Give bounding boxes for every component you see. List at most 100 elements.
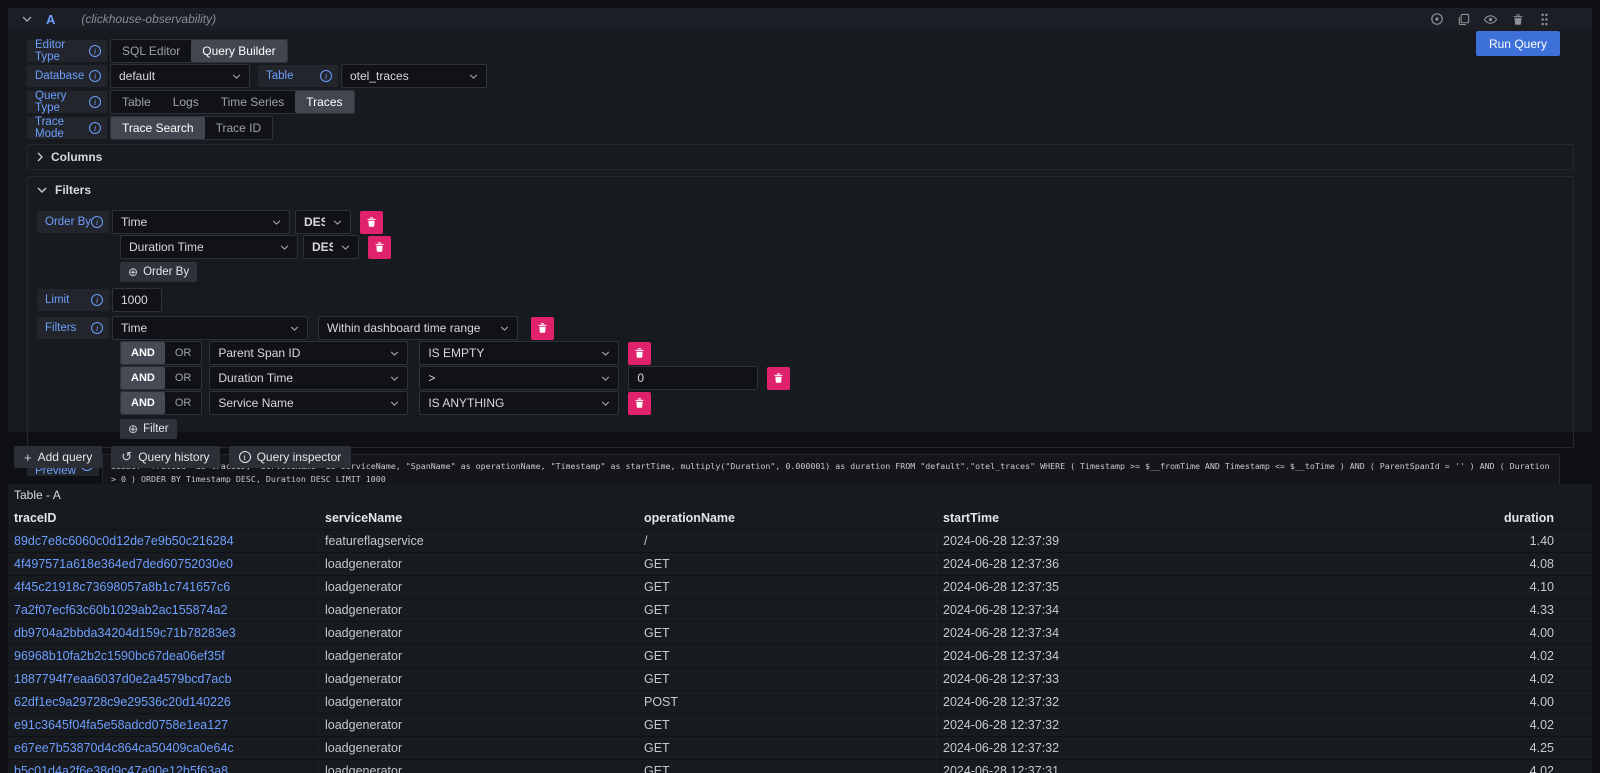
- remove-filter-button[interactable]: [628, 342, 651, 365]
- history-icon: ↺: [121, 449, 132, 465]
- drag-handle-icon[interactable]: [1537, 12, 1552, 27]
- table-row: db9704a2bbda34204d159c71b78283e3 loadgen…: [8, 621, 1592, 644]
- operation-name-cell: POST: [638, 691, 937, 713]
- conjunction-toggle: AND OR: [120, 391, 202, 415]
- query-ref-id: A: [46, 12, 55, 27]
- filter-operator-select[interactable]: Within dashboard time range: [318, 316, 518, 340]
- query-history-button[interactable]: ↺ Query history: [111, 446, 219, 468]
- info-icon[interactable]: i: [89, 96, 101, 108]
- or-option[interactable]: OR: [165, 342, 202, 364]
- trace-id-link[interactable]: 62df1ec9a29728c9e29536c20d140226: [14, 695, 231, 709]
- info-icon[interactable]: i: [89, 122, 101, 134]
- trace-id-link[interactable]: b5c01d4a2f6e38d9c47a90e12b5f63a8: [14, 764, 228, 773]
- column-header-duration[interactable]: duration: [1246, 506, 1592, 529]
- filter-value-input[interactable]: [628, 366, 758, 390]
- filter-field-select[interactable]: Time: [112, 316, 308, 340]
- info-icon[interactable]: i: [89, 45, 101, 57]
- order-by-field-select[interactable]: Time: [112, 210, 290, 234]
- order-by-field-select[interactable]: Duration Time: [120, 235, 298, 259]
- trace-mode-option-trace-id[interactable]: Trace ID: [205, 117, 273, 139]
- filter-field-select[interactable]: Service Name: [209, 391, 408, 415]
- and-option[interactable]: AND: [121, 342, 165, 364]
- filter-field-select[interactable]: Parent Span ID: [209, 341, 408, 365]
- query-type-option-table[interactable]: Table: [111, 91, 162, 113]
- info-icon[interactable]: i: [320, 70, 332, 82]
- remove-filter-button[interactable]: [767, 367, 790, 390]
- operation-name-cell: GET: [638, 668, 937, 690]
- filters-section-header[interactable]: Filters: [37, 182, 1564, 198]
- service-name-cell: loadgenerator: [319, 622, 638, 644]
- add-order-by-button[interactable]: ⊕ Order By: [120, 262, 197, 282]
- trace-id-link[interactable]: 4f497571a618e364ed7ded60752030e0: [14, 557, 233, 571]
- collapse-query-chevron-down-icon[interactable]: [22, 16, 32, 22]
- operation-name-cell: GET: [638, 622, 937, 644]
- table-row: 4f45c21918c73698057a8b1c741657c6 loadgen…: [8, 575, 1592, 598]
- add-filter-button[interactable]: ⊕ Filter: [120, 419, 177, 439]
- filters-section-title: Filters: [55, 183, 91, 197]
- column-header-starttime[interactable]: startTime: [937, 506, 1246, 529]
- editor-type-option-sql-editor[interactable]: SQL Editor: [111, 40, 191, 62]
- table-label: Table: [266, 70, 294, 82]
- trace-id-link[interactable]: 89dc7e8c6060c0d12de7e9b50c216284: [14, 534, 234, 548]
- query-type-option-traces[interactable]: Traces: [295, 91, 353, 113]
- and-option[interactable]: AND: [121, 367, 165, 389]
- filter-field-select[interactable]: Duration Time: [209, 366, 408, 390]
- trace-id-link[interactable]: 7a2f07ecf63c60b1029ab2ac155874a2: [14, 603, 227, 617]
- query-help-icon[interactable]: [1429, 12, 1444, 27]
- info-icon[interactable]: i: [91, 322, 103, 334]
- info-icon[interactable]: i: [89, 70, 101, 82]
- query-type-option-time-series[interactable]: Time Series: [210, 91, 296, 113]
- table-row-partial: b5c01d4a2f6e38d9c47a90e12b5f63a8 loadgen…: [8, 759, 1592, 773]
- duplicate-query-icon[interactable]: [1456, 12, 1471, 27]
- and-option[interactable]: AND: [121, 392, 165, 414]
- run-query-button[interactable]: Run Query: [1476, 31, 1560, 56]
- or-option[interactable]: OR: [165, 392, 202, 414]
- conjunction-toggle: AND OR: [120, 366, 202, 390]
- column-header-servicename[interactable]: serviceName: [319, 506, 638, 529]
- operation-name-cell: GET: [638, 576, 937, 598]
- duration-cell: 4.00: [1246, 691, 1592, 713]
- filter-operator-select[interactable]: IS EMPTY: [419, 341, 619, 365]
- editor-type-option-query-builder[interactable]: Query Builder: [191, 40, 286, 62]
- table-label-chip: Table i: [258, 65, 338, 87]
- table-row: 89dc7e8c6060c0d12de7e9b50c216284 feature…: [8, 529, 1592, 552]
- columns-section-header[interactable]: Columns: [37, 149, 1564, 165]
- remove-query-trash-icon[interactable]: [1510, 12, 1525, 27]
- query-type-row: Query Type i Table Logs Time Series Trac…: [27, 90, 1574, 114]
- table-select[interactable]: otel_traces: [341, 64, 487, 88]
- remove-filter-button[interactable]: [531, 317, 554, 340]
- info-icon[interactable]: i: [91, 294, 103, 306]
- remove-order-by-button[interactable]: [360, 211, 383, 234]
- start-time-cell: 2024-06-28 12:37:34: [937, 645, 1246, 667]
- start-time-cell: 2024-06-28 12:37:32: [937, 737, 1246, 759]
- remove-filter-button[interactable]: [628, 392, 651, 415]
- query-row-actions: [1429, 12, 1552, 27]
- filter-operator-select[interactable]: IS ANYTHING: [419, 391, 619, 415]
- order-by-direction-select[interactable]: DESC: [303, 235, 359, 259]
- duration-cell: 4.10: [1246, 576, 1592, 598]
- column-header-traceid[interactable]: traceID: [8, 506, 319, 529]
- remove-order-by-button[interactable]: [368, 236, 391, 259]
- limit-input[interactable]: [112, 288, 162, 312]
- filter-operator-select[interactable]: >: [419, 366, 619, 390]
- hide-response-eye-icon[interactable]: [1483, 12, 1498, 27]
- grafana-query-editor-screen: A (clickhouse-observability): [0, 0, 1600, 773]
- or-option[interactable]: OR: [165, 367, 202, 389]
- order-by-direction-select[interactable]: DESC: [295, 210, 351, 234]
- column-header-operationname[interactable]: operationName: [638, 506, 937, 529]
- query-type-option-logs[interactable]: Logs: [162, 91, 210, 113]
- trace-id-link[interactable]: 4f45c21918c73698057a8b1c741657c6: [14, 580, 230, 594]
- trace-id-link[interactable]: e67ee7b53870d4c864ca50409ca0e64c: [14, 741, 234, 755]
- limit-label-chip: Limit i: [37, 289, 109, 311]
- add-query-button[interactable]: + Add query: [14, 446, 102, 468]
- trace-mode-option-trace-search[interactable]: Trace Search: [111, 117, 205, 139]
- columns-section-title: Columns: [51, 150, 102, 164]
- info-icon[interactable]: i: [91, 216, 103, 228]
- query-inspector-button[interactable]: i Query inspector: [229, 446, 352, 468]
- trace-id-link[interactable]: 96968b10fa2b2c1590bc67dea06ef35f: [14, 649, 225, 663]
- service-name-cell: loadgenerator: [319, 714, 638, 736]
- trace-id-link[interactable]: db9704a2bbda34204d159c71b78283e3: [14, 626, 236, 640]
- trace-id-link[interactable]: e91c3645f04fa5e58adcd0758e1ea127: [14, 718, 228, 732]
- database-select[interactable]: default: [110, 64, 250, 88]
- trace-id-link[interactable]: 1887794f7eaa6037d0e2a4579bcd7acb: [14, 672, 232, 686]
